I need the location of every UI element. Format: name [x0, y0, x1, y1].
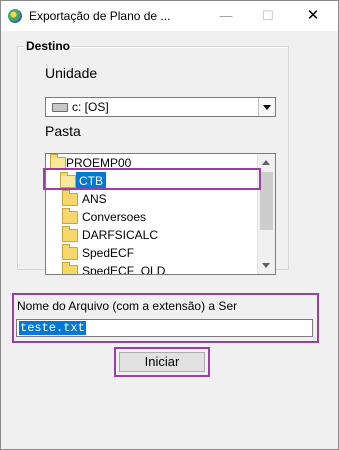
folder-icon: [62, 226, 78, 242]
folder-item-label: SpedECF: [82, 246, 135, 260]
start-button-highlight: Iniciar: [114, 347, 210, 377]
app-icon: [8, 9, 22, 23]
close-button[interactable]: ✕: [291, 1, 335, 31]
file-name-label: Nome do Arquivo (com a extensão) a Ser: [17, 299, 238, 313]
folder-icon: [62, 190, 78, 206]
folder-item-label: SpedECF_OLD: [82, 264, 166, 275]
drive-icon: [52, 103, 68, 112]
unit-label: Unidade: [45, 65, 98, 81]
window-title: Exportação de Plano de ...: [29, 9, 171, 23]
file-name-input[interactable]: teste.txt: [16, 319, 313, 337]
selected-folder-highlight: [43, 168, 261, 190]
folder-icon: [62, 244, 78, 260]
export-dialog: Exportação de Plano de ... — ☐ ✕ Destino…: [0, 0, 339, 450]
scroll-down-arrow-icon[interactable]: [258, 257, 275, 274]
start-button[interactable]: Iniciar: [119, 352, 205, 372]
file-name-section: Nome do Arquivo (com a extensão) a Ser t…: [12, 293, 319, 343]
folder-item-label: Conversoes: [82, 210, 147, 224]
chevron-down-icon[interactable]: [258, 98, 275, 116]
destination-group-title: Destino: [24, 39, 73, 53]
folder-item-conversoes[interactable]: Conversoes: [46, 208, 256, 226]
minimize-button[interactable]: —: [204, 1, 248, 31]
maximize-button[interactable]: ☐: [246, 1, 290, 31]
folder-icon: [62, 208, 78, 224]
folder-item-label: ANS: [82, 192, 107, 206]
folder-icon: [62, 262, 78, 274]
scrollbar-thumb[interactable]: [260, 172, 273, 230]
folder-item-ans[interactable]: ANS: [46, 190, 256, 208]
folder-item-spedecf[interactable]: SpedECF: [46, 244, 256, 262]
folder-label: Pasta: [45, 123, 81, 139]
dialog-body: Destino Unidade c: [OS] Pasta PROEMP00 C…: [1, 31, 338, 449]
folder-item-spedecf-old[interactable]: SpedECF_OLD: [46, 262, 256, 275]
unit-select[interactable]: c: [OS]: [45, 97, 276, 117]
destination-group: Destino Unidade c: [OS] Pasta PROEMP00 C…: [17, 39, 289, 275]
file-name-value: teste.txt: [19, 321, 86, 335]
folder-item-label: DARFSICALC: [82, 228, 159, 242]
title-bar[interactable]: Exportação de Plano de ... — ☐ ✕: [1, 1, 338, 31]
unit-select-value: c: [OS]: [72, 100, 109, 114]
folder-item-darfsicalc[interactable]: DARFSICALC: [46, 226, 256, 244]
